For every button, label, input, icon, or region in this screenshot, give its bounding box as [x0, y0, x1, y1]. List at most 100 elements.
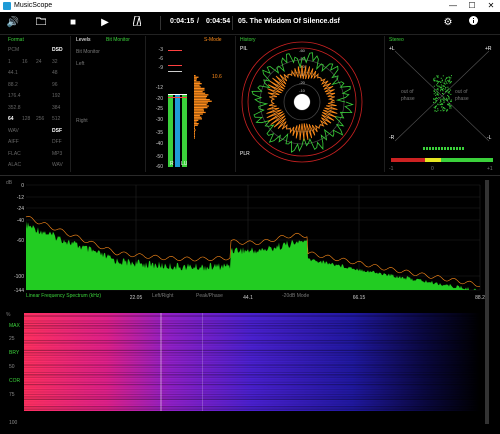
stereo-dot	[439, 80, 441, 82]
spectrogram-stripe	[24, 366, 480, 369]
stereo-dot	[444, 79, 446, 81]
metronome-icon[interactable]	[130, 15, 144, 30]
format-cell: 16	[22, 58, 28, 65]
minimize-button[interactable]: —	[444, 0, 462, 12]
spectrogram-stripe	[24, 327, 480, 329]
smode-panel: S-Mode -3 -6 -9 -12 -20 -25 -30 -35 -40 -50 -60 10…	[148, 37, 234, 172]
vertical-scrollbar[interactable]	[485, 180, 489, 424]
left-peak-bar	[175, 94, 180, 167]
stereo-dot	[449, 105, 451, 107]
stereo-phase-tick	[429, 147, 431, 150]
stereo-dot	[433, 80, 435, 82]
spectrogram-stripe	[24, 388, 480, 391]
bitmonitor-tab[interactable]: Bit Monitor	[106, 37, 130, 43]
stereo-dot	[434, 77, 436, 79]
info-icon[interactable]	[467, 16, 479, 30]
right-label: Right	[76, 118, 88, 124]
stereo-dot	[433, 78, 435, 80]
stereo-dot	[433, 90, 435, 92]
histogram-bar	[194, 86, 201, 88]
histogram-bar	[194, 135, 195, 138]
histogram-bar	[194, 92, 206, 94]
stereo-dot	[447, 81, 449, 83]
stereo-dot	[437, 109, 439, 111]
histogram-bar	[194, 75, 196, 77]
title-bar: MusicScope — ☐ ✕	[0, 0, 500, 12]
spectrum-x-tick: 88.2	[475, 295, 485, 301]
format-cell: 384	[52, 104, 61, 111]
histogram-bar	[194, 84, 200, 86]
maximize-button[interactable]: ☐	[463, 0, 481, 12]
format-title: Format	[8, 37, 24, 43]
histogram-bar	[194, 105, 209, 107]
histogram-bar	[194, 118, 202, 120]
stereo-dot	[433, 106, 435, 108]
spectrogram-stripe	[24, 347, 480, 349]
correlation-bar-pos	[441, 158, 493, 162]
stereo-dot	[441, 102, 443, 104]
histogram-bar	[194, 107, 208, 109]
histogram-bar	[194, 134, 195, 136]
mode-peak-phase[interactable]: Peak/Phase	[196, 293, 223, 299]
mode-20db[interactable]: -20dB Mode	[282, 293, 309, 299]
spectrogram-stripe	[24, 330, 480, 332]
spectrum-y-tick: -12	[17, 195, 24, 201]
toolbar: 🔊 ■ ▶ 0:04:15 / 0:04:54 05. The Wisdom O…	[0, 12, 500, 35]
stereo-dot	[447, 104, 449, 106]
stereo-dot	[436, 80, 438, 82]
meter-scale-label: -35	[156, 130, 163, 136]
stereo-phase-tick	[456, 147, 458, 150]
format-cell: 48	[52, 70, 58, 76]
close-button[interactable]: ✕	[482, 0, 500, 12]
volume-icon[interactable]: 🔊	[6, 16, 20, 30]
spectrum-y-tick: -40	[17, 218, 24, 224]
settings-icon[interactable]: ⚙	[442, 16, 454, 30]
spectrogram-stripe	[24, 396, 480, 398]
stereo-dot	[434, 107, 436, 109]
spectrum-y-tick: -100	[14, 274, 24, 280]
stereo-dot	[436, 93, 438, 95]
play-icon[interactable]: ▶	[98, 16, 112, 30]
stereo-dot	[441, 81, 443, 83]
stereo-dot	[436, 110, 438, 112]
spectrum-x-tick: 66.15	[353, 295, 366, 301]
histogram-bar	[194, 137, 195, 139]
stereo-phase-tick	[447, 147, 449, 150]
stereo-dot	[447, 80, 449, 82]
histogram-bar	[194, 94, 209, 96]
meter-scale-label: -12	[156, 85, 163, 91]
spectrogram-stripe	[24, 349, 480, 351]
spectrogram-stripe	[24, 398, 480, 400]
stop-icon[interactable]: ■	[66, 16, 80, 30]
stereo-scale-plus: +1	[487, 166, 493, 172]
history-ring-label: -20	[299, 80, 306, 85]
stereo-dot	[450, 89, 452, 91]
correlation-bar-mid	[425, 158, 441, 162]
stereo-dot	[439, 90, 441, 92]
history-panel: History PIL PLR -10 -20 -30 -40 -50 -60	[238, 37, 383, 172]
format-cell: 512	[52, 116, 61, 122]
stereo-dot	[442, 85, 444, 87]
spectrogram-stripe	[24, 406, 480, 408]
stereo-dot	[444, 88, 446, 90]
format-cell: MP3	[52, 150, 63, 157]
folder-icon[interactable]	[34, 16, 48, 30]
format-cell: WAV	[8, 127, 19, 134]
stereo-phase-tick	[423, 147, 425, 150]
stereo-dot	[441, 103, 443, 105]
stereo-dot	[442, 93, 444, 95]
histogram-bar	[194, 132, 195, 134]
stereo-panel: Stereo +L +R -R -L out of phase out of p…	[387, 37, 497, 172]
stereo-dot	[434, 106, 436, 108]
stereo-dot	[446, 98, 448, 100]
stereo-dot	[434, 98, 436, 100]
spectrum-x-tick: 44.1	[243, 295, 253, 301]
stereo-dot	[450, 82, 452, 84]
stereo-dot	[435, 101, 437, 103]
stereo-dot	[440, 100, 442, 102]
histogram-bar	[194, 111, 206, 114]
histogram-bar	[194, 121, 197, 123]
mode-left-right[interactable]: Left/Right	[152, 293, 173, 299]
stereo-phase-tick	[441, 147, 443, 150]
spectrogram-marker	[160, 313, 162, 411]
